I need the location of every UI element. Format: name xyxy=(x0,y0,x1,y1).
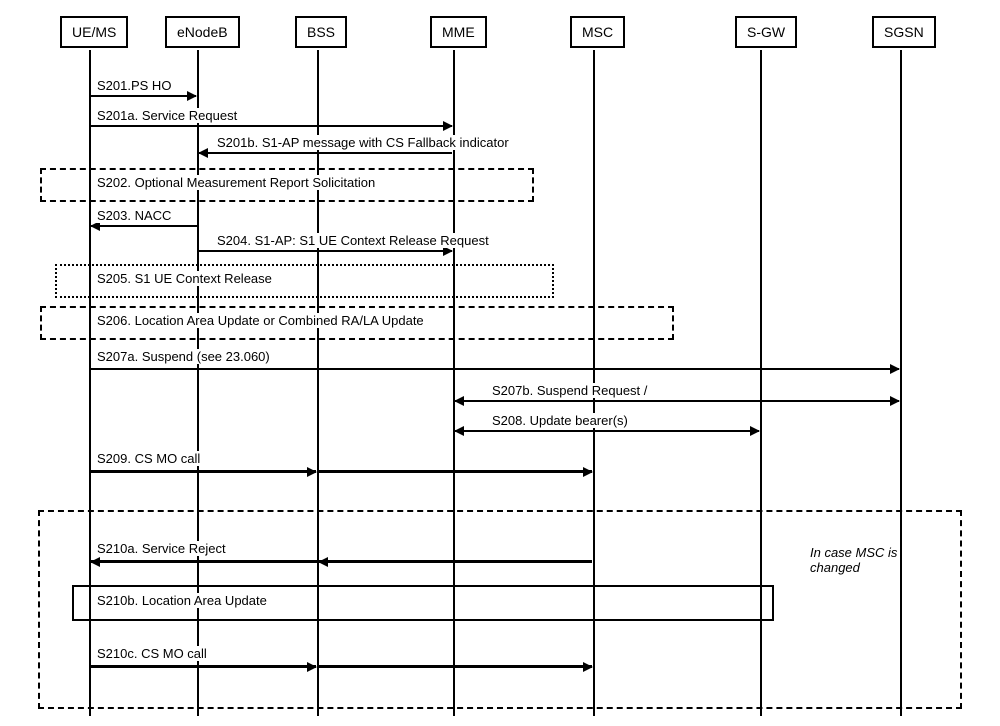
participant-label: MME xyxy=(442,24,475,40)
participant-label: BSS xyxy=(307,24,335,40)
label-s207b: S207b. Suspend Request / xyxy=(490,383,649,398)
label-s201a: S201a. Service Request xyxy=(95,108,239,123)
participant-mme: MME xyxy=(430,16,487,48)
label-s204: S204. S1-AP: S1 UE Context Release Reque… xyxy=(215,233,491,248)
participant-label: UE/MS xyxy=(72,24,116,40)
arrow-s209-left xyxy=(90,470,316,473)
participant-enb: eNodeB xyxy=(165,16,240,48)
participant-msc: MSC xyxy=(570,16,625,48)
arrow-s210a-left xyxy=(91,560,317,563)
arrow-s208 xyxy=(455,430,759,432)
label-s206: S206. Location Area Update or Combined R… xyxy=(95,313,426,328)
participant-sgw: S-GW xyxy=(735,16,797,48)
label-s210b: S210b. Location Area Update xyxy=(95,593,269,608)
arrow-s210c-left xyxy=(90,665,316,668)
label-s208: S208. Update bearer(s) xyxy=(490,413,630,428)
arrow-s210a-right xyxy=(319,560,592,563)
participant-label: eNodeB xyxy=(177,24,228,40)
arrow-s207a xyxy=(90,368,899,370)
label-s202: S202. Optional Measurement Report Solici… xyxy=(95,175,377,190)
arrow-s209-right xyxy=(319,470,592,473)
arrow-s203 xyxy=(91,225,197,227)
arrow-s201b xyxy=(199,152,452,154)
participant-sgsn: SGSN xyxy=(872,16,936,48)
arrow-s207b xyxy=(455,400,899,402)
note-msc-changed: In case MSC is changed xyxy=(810,545,940,575)
arrow-s201a xyxy=(90,125,452,127)
label-s210a: S210a. Service Reject xyxy=(95,541,228,556)
sequence-diagram: UE/MS eNodeB BSS MME MSC S-GW SGSN S201.… xyxy=(0,0,1000,726)
label-s207a: S207a. Suspend (see 23.060) xyxy=(95,349,272,364)
arrow-s210c-right xyxy=(319,665,592,668)
label-s203: S203. NACC xyxy=(95,208,173,223)
participant-label: MSC xyxy=(582,24,613,40)
label-s201: S201.PS HO xyxy=(95,78,173,93)
arrow-s204 xyxy=(199,250,452,252)
participant-bss: BSS xyxy=(295,16,347,48)
label-s209: S209. CS MO call xyxy=(95,451,202,466)
participant-ue: UE/MS xyxy=(60,16,128,48)
participant-label: SGSN xyxy=(884,24,924,40)
arrow-s201 xyxy=(90,95,196,97)
label-s201b: S201b. S1-AP message with CS Fallback in… xyxy=(215,135,511,150)
label-s210c: S210c. CS MO call xyxy=(95,646,209,661)
participant-label: S-GW xyxy=(747,24,785,40)
label-s205: S205. S1 UE Context Release xyxy=(95,271,274,286)
